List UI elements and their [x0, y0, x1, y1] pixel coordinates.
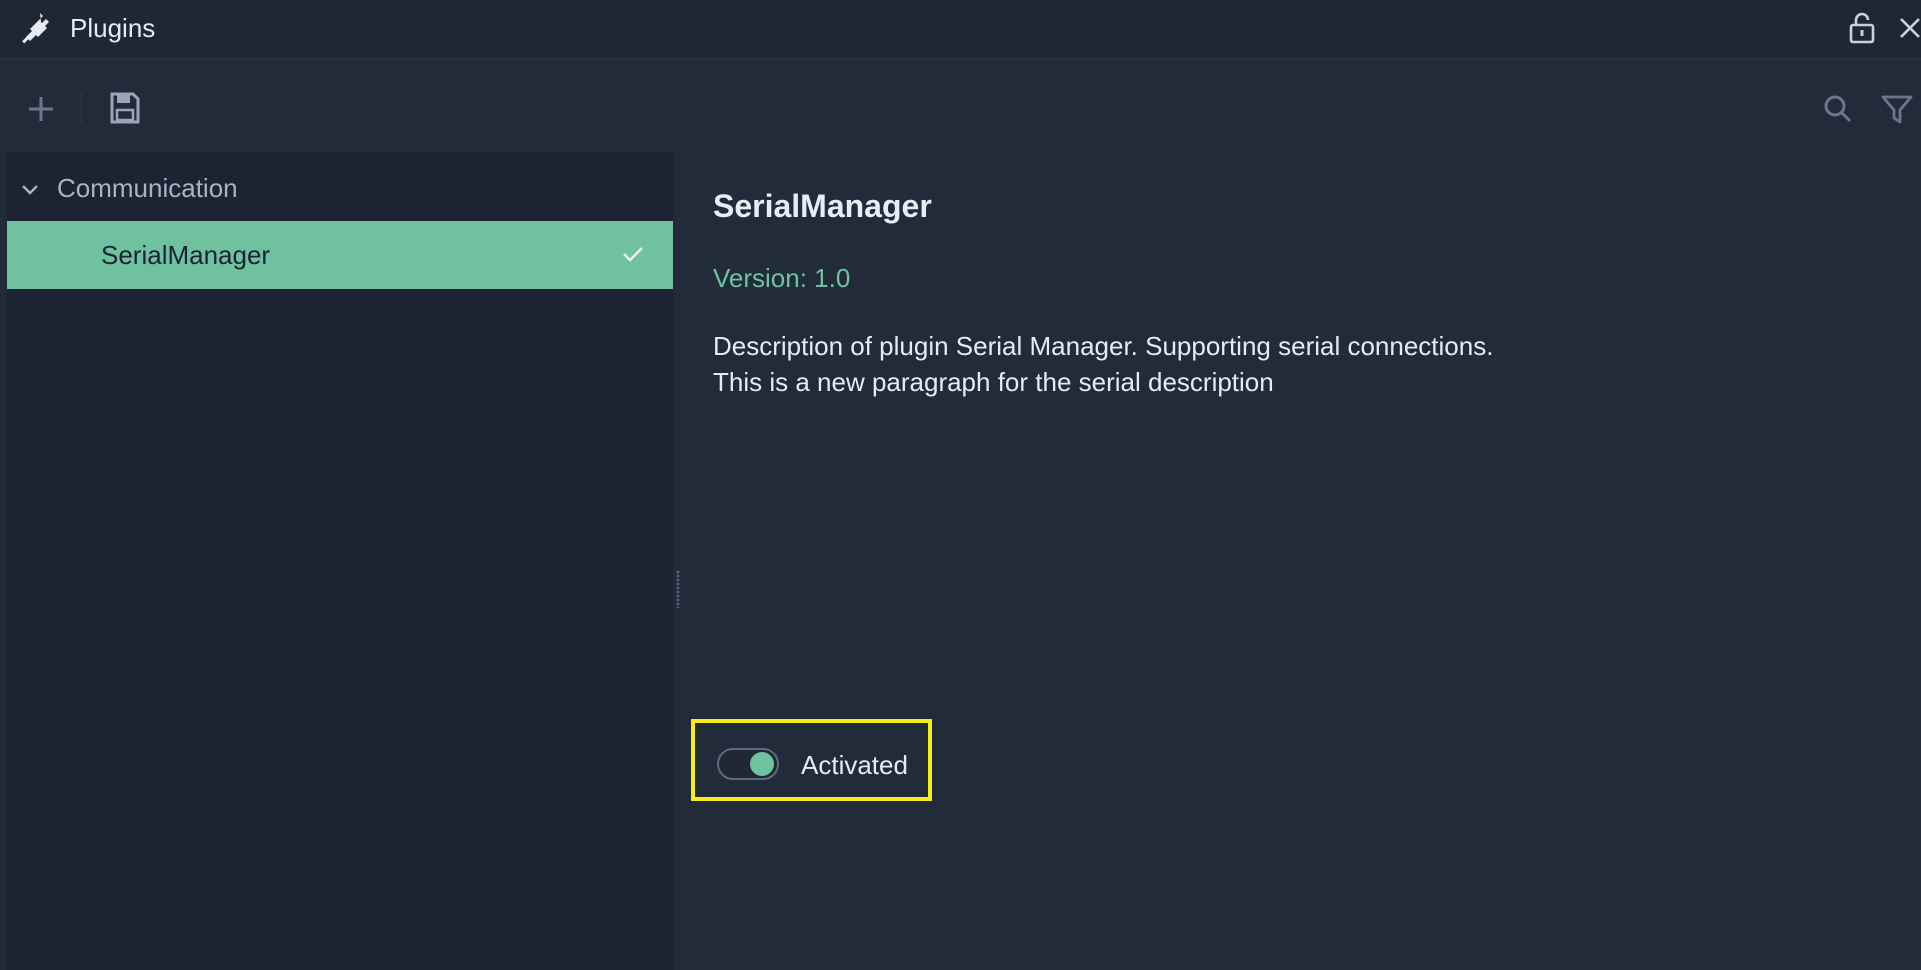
- splitter-grip[interactable]: [676, 570, 680, 608]
- plugin-description: Description of plugin Serial Manager. Su…: [713, 331, 1494, 397]
- title-bar: Plugins: [0, 0, 1921, 59]
- plugin-title: SerialManager: [713, 188, 932, 224]
- list-item-serialmanager[interactable]: SerialManager: [7, 221, 673, 289]
- plugin-version: Version: 1.0: [713, 263, 851, 293]
- close-icon[interactable]: [1898, 13, 1921, 43]
- window-title: Plugins: [70, 13, 156, 43]
- toolbar-divider: [81, 92, 82, 124]
- list-item-label: SerialManager: [101, 240, 271, 270]
- toggle-knob: [750, 752, 774, 776]
- activation-toggle[interactable]: [717, 748, 779, 780]
- plus-icon[interactable]: [24, 92, 58, 126]
- group-communication[interactable]: Communication: [7, 170, 673, 210]
- panel-splitter[interactable]: [673, 152, 683, 970]
- search-icon[interactable]: [1821, 92, 1855, 126]
- filter-icon[interactable]: [1880, 92, 1914, 126]
- plugin-detail-panel: SerialManager Version: 1.0 Description o…: [683, 152, 1921, 970]
- plugin-list-sidebar: Communication SerialManager: [7, 152, 673, 970]
- plug-icon: [22, 13, 49, 44]
- lock-icon[interactable]: [1847, 11, 1877, 45]
- activation-label: Activated: [801, 750, 908, 780]
- check-icon: [623, 247, 643, 262]
- plugins-window: Plugins Communication SerialManager Seri…: [0, 0, 1921, 970]
- toolbar: [0, 59, 1921, 152]
- activation-highlight: Activated: [691, 719, 932, 801]
- chevron-down-icon[interactable]: [20, 182, 40, 198]
- save-icon[interactable]: [108, 90, 142, 126]
- group-label: Communication: [57, 173, 238, 203]
